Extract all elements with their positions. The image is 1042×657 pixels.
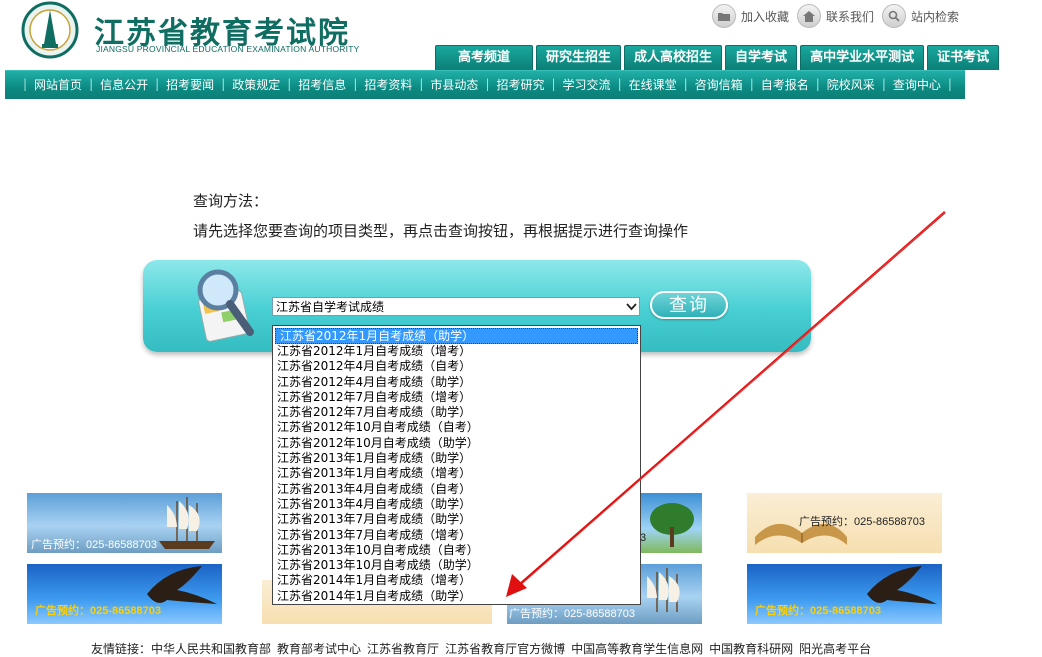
site-title-english: JIANGSU PROVINCIAL EDUCATION EXAMINATION… bbox=[96, 44, 360, 54]
tab-self-study[interactable]: 自学考试 bbox=[725, 45, 798, 70]
nav-item-home[interactable]: 网站首页 bbox=[27, 76, 89, 93]
tab-high-school-test[interactable]: 高中学业水平测试 bbox=[800, 45, 925, 70]
main-nav: | 网站首页 | 信息公开 | 招考要闻 | 政策规定 | 招考信息 | 招考资料 | 市县… bbox=[5, 70, 965, 99]
site-search-link[interactable]: 站内检索 bbox=[882, 4, 959, 28]
ad-text: 广告预约：025-86588703 bbox=[509, 608, 635, 620]
nav-item-local-news[interactable]: 市县动态 bbox=[423, 76, 485, 93]
magnifier-icon bbox=[197, 269, 254, 342]
link-js-weibo[interactable]: 江苏省教育厅官方微博 bbox=[445, 642, 565, 656]
dropdown-option[interactable]: 江苏省2013年10月自考成绩（自考） bbox=[273, 543, 640, 558]
dropdown-option[interactable]: 江苏省2014年1月自考成绩（增考） bbox=[273, 573, 640, 588]
nav-item-research[interactable]: 招考研究 bbox=[489, 76, 551, 93]
ad-banner-tree[interactable]: 3 bbox=[640, 493, 702, 553]
query-type-value: 江苏省自学考试成绩 bbox=[276, 300, 385, 314]
dropdown-option[interactable]: 江苏省2013年10月自考成绩（助学） bbox=[273, 558, 640, 573]
link-cernet[interactable]: 中国教育科研网 bbox=[709, 642, 793, 656]
top-links: 加入收藏 联系我们 站内检索 bbox=[712, 4, 959, 28]
nav-item-exam-info[interactable]: 招考信息 bbox=[291, 76, 353, 93]
nav-item-mailbox[interactable]: 咨询信箱 bbox=[688, 76, 750, 93]
nav-item-news[interactable]: 招考要闻 bbox=[159, 76, 221, 93]
nav-item-exchange[interactable]: 学习交流 bbox=[556, 76, 618, 93]
link-exam-center[interactable]: 教育部考试中心 bbox=[277, 642, 361, 656]
friend-links-label: 友情链接： bbox=[91, 642, 152, 656]
dropdown-option[interactable]: 江苏省2012年10月自考成绩（自考） bbox=[273, 420, 640, 435]
contact-us-label: 联系我们 bbox=[826, 9, 875, 24]
dropdown-option[interactable]: 江苏省2012年1月自考成绩（助学） bbox=[275, 328, 638, 344]
dropdown-option[interactable]: 江苏省2013年4月自考成绩（助学） bbox=[273, 497, 640, 512]
nav-item-online-class[interactable]: 在线课堂 bbox=[622, 76, 684, 93]
site-search-label: 站内检索 bbox=[911, 9, 960, 24]
search-icon bbox=[882, 4, 907, 28]
ad-text: 广告预约：025-86588703 bbox=[799, 516, 925, 528]
dropdown-option[interactable]: 江苏省2014年1月自考成绩（助学） bbox=[273, 589, 640, 604]
ad-text: 广告预约：025-86588703 bbox=[31, 539, 157, 551]
query-type-select[interactable]: 江苏省自学考试成绩 bbox=[272, 297, 640, 316]
link-chsi[interactable]: 中国高等教育学生信息网 bbox=[571, 642, 703, 656]
dropdown-option[interactable]: 江苏省2013年1月自考成绩（增考） bbox=[273, 466, 640, 481]
dropdown-option[interactable]: 江苏省2013年7月自考成绩（助学） bbox=[273, 512, 640, 527]
ad-banner-ship[interactable]: 广告预约：025-86588703 bbox=[27, 493, 222, 553]
channel-tabs: 高考频道 研究生招生 成人高校招生 自学考试 高中学业水平测试 证书考试 bbox=[435, 45, 1000, 70]
add-favorite-label: 加入收藏 bbox=[741, 9, 790, 24]
dropdown-option[interactable]: 江苏省2012年7月自考成绩（增考） bbox=[273, 390, 640, 405]
tree-image bbox=[650, 503, 694, 547]
chevron-down-icon bbox=[626, 298, 637, 317]
method-description: 请先选择您要查询的项目类型，再点击查询按钮，再根据提示进行查询操作 bbox=[193, 222, 689, 240]
folder-icon bbox=[712, 4, 736, 28]
dropdown-option[interactable]: 江苏省2013年7月自考成绩（增考） bbox=[273, 528, 640, 543]
nav-item-colleges[interactable]: 院校风采 bbox=[820, 76, 882, 93]
tab-graduate[interactable]: 研究生招生 bbox=[536, 45, 622, 70]
home-icon bbox=[797, 4, 822, 28]
tab-adult-college[interactable]: 成人高校招生 bbox=[624, 45, 723, 70]
link-gaokao[interactable]: 阳光高考平台 bbox=[799, 642, 871, 656]
dropdown-option[interactable]: 江苏省2013年4月自考成绩（自考） bbox=[273, 482, 640, 497]
ad-text: 广告预约：025-86588703 bbox=[755, 605, 881, 617]
ad-banner-eagle[interactable]: 广告预约：025-86588703 bbox=[27, 564, 222, 624]
link-moe[interactable]: 中华人民共和国教育部 bbox=[151, 642, 271, 656]
logo-icon bbox=[21, 1, 79, 59]
nav-item-info-public[interactable]: 信息公开 bbox=[93, 76, 155, 93]
query-button[interactable]: 查询 bbox=[650, 291, 728, 319]
ad-text: 广告预约：025-86588703 bbox=[35, 605, 161, 617]
dropdown-option[interactable]: 江苏省2012年7月自考成绩（助学） bbox=[273, 405, 640, 420]
ad-banner-eagle-2[interactable]: 广告预约：025-86588703 bbox=[747, 564, 942, 624]
dropdown-option[interactable]: 江苏省2012年10月自考成绩（助学） bbox=[273, 436, 640, 451]
nav-item-self-exam-signup[interactable]: 自考报名 bbox=[754, 76, 816, 93]
dropdown-option[interactable]: 江苏省2012年1月自考成绩（增考） bbox=[273, 344, 640, 359]
dropdown-option[interactable]: 江苏省2013年1月自考成绩（助学） bbox=[273, 451, 640, 466]
tab-gaokao[interactable]: 高考频道 bbox=[435, 45, 534, 70]
tab-certificate[interactable]: 证书考试 bbox=[927, 45, 1000, 70]
contact-us-link[interactable]: 联系我们 bbox=[797, 4, 874, 28]
link-js-education[interactable]: 江苏省教育厅 bbox=[367, 642, 439, 656]
query-type-dropdown[interactable]: 江苏省2012年1月自考成绩（助学） 江苏省2012年1月自考成绩（增考） 江苏省2… bbox=[272, 325, 641, 605]
dropdown-option[interactable]: 江苏省2012年4月自考成绩（自考） bbox=[273, 359, 640, 374]
nav-item-materials[interactable]: 招考资料 bbox=[357, 76, 419, 93]
method-title: 查询方法： bbox=[193, 192, 269, 210]
nav-item-query-center[interactable]: 查询中心 bbox=[886, 76, 948, 93]
add-favorite-link[interactable]: 加入收藏 bbox=[712, 4, 789, 28]
nav-item-policy[interactable]: 政策规定 bbox=[225, 76, 287, 93]
friend-links: 友情链接：中华人民共和国教育部 教育部考试中心 江苏省教育厅 江苏省教育厅官方微博 中国… bbox=[91, 640, 877, 657]
ad-banner-book[interactable]: 广告预约：025-86588703 bbox=[747, 493, 942, 553]
dropdown-option[interactable]: 江苏省2012年4月自考成绩（助学） bbox=[273, 375, 640, 390]
